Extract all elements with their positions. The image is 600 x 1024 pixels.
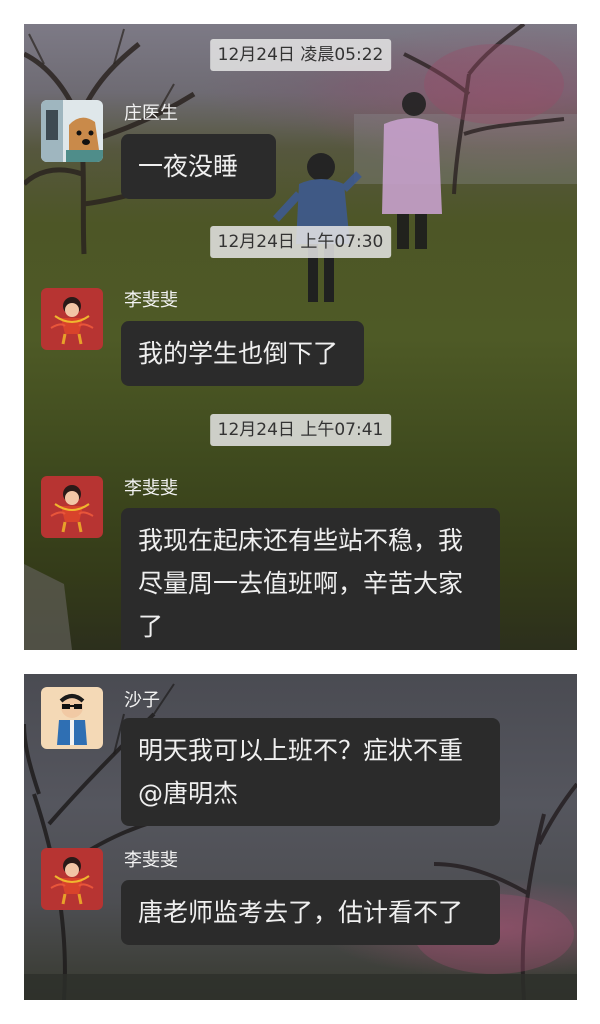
sender-name: 沙子	[124, 690, 160, 711]
chat-screenshot-2: 沙子 明天我可以上班不？症状不重@唐明杰 李斐斐 唐老师监考去了，估计看不了	[24, 674, 577, 1000]
message-bubble[interactable]: 一夜没睡	[121, 134, 276, 199]
avatar-doctor[interactable]	[41, 100, 103, 162]
sender-name: 李斐斐	[124, 478, 178, 499]
message-bubble[interactable]: 我的学生也倒下了	[121, 321, 364, 386]
timestamp-label: 12月24日 凌晨05:22	[209, 39, 392, 71]
doctor-with-dog-photo-icon	[41, 100, 103, 162]
message-bubble[interactable]: 明天我可以上班不？症状不重@唐明杰	[121, 718, 500, 826]
red-cartoon-nezha-figure-icon	[41, 476, 103, 538]
avatar-li-feifei[interactable]	[41, 848, 103, 910]
message-bubble[interactable]: 我现在起床还有些站不稳，我尽量周一去值班啊，辛苦大家了	[121, 508, 500, 650]
chat-screenshot-1: 12月24日 凌晨05:22 庄医生 一夜没睡 12月24日 上午07:30 李…	[24, 24, 577, 650]
avatar-li-feifei[interactable]	[41, 476, 103, 538]
cartoon-boy-sunglasses-icon	[41, 687, 103, 749]
red-cartoon-nezha-figure-icon	[41, 848, 103, 910]
sender-name: 庄医生	[124, 103, 178, 124]
sender-name: 李斐斐	[124, 290, 178, 311]
timestamp-label: 12月24日 上午07:30	[209, 226, 392, 258]
red-cartoon-nezha-figure-icon	[41, 288, 103, 350]
avatar-shazi[interactable]	[41, 687, 103, 749]
timestamp-label: 12月24日 上午07:41	[209, 414, 392, 446]
message-bubble[interactable]: 唐老师监考去了，估计看不了	[121, 880, 500, 945]
sender-name: 李斐斐	[124, 850, 178, 871]
avatar-li-feifei[interactable]	[41, 288, 103, 350]
